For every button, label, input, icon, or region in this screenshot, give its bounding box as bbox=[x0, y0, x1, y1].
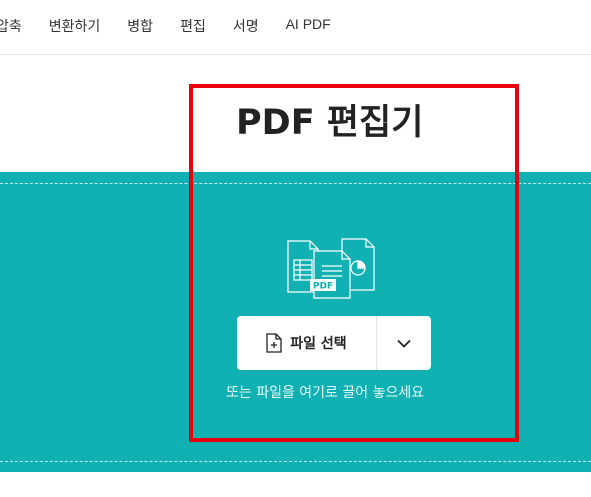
file-drop-zone[interactable]: PDF 파일 선택 또는 파일을 여기로 끌어 놓으세요 bbox=[0, 172, 591, 472]
nav-item-convert[interactable]: 변환하기 bbox=[49, 16, 101, 36]
chevron-down-icon bbox=[397, 339, 411, 348]
drop-zone-border-top bbox=[0, 183, 591, 184]
nav-item-edit[interactable]: 편집 bbox=[180, 16, 206, 36]
drop-hint-text: 또는 파일을 여기로 끌어 놓으세요 bbox=[226, 385, 425, 401]
nav-item-sign[interactable]: 서명 bbox=[233, 16, 259, 36]
drop-zone-border-bottom bbox=[0, 461, 591, 462]
nav-menu: 압축 변환하기 병합 편집 서명 AI PDF bbox=[0, 16, 331, 36]
page-title: PDF 편집기 bbox=[236, 103, 424, 143]
top-navigation: 압축 변환하기 병합 편집 서명 AI PDF bbox=[0, 0, 591, 55]
nav-item-ai-pdf[interactable]: AI PDF bbox=[286, 16, 331, 36]
nav-item-compress[interactable]: 압축 bbox=[0, 16, 22, 36]
select-file-button[interactable]: 파일 선택 bbox=[237, 316, 377, 370]
documents-illustration-icon: PDF bbox=[287, 238, 375, 299]
nav-item-merge[interactable]: 병합 bbox=[127, 16, 153, 36]
illustration-pdf-badge: PDF bbox=[313, 282, 333, 292]
select-file-label: 파일 선택 bbox=[290, 336, 347, 352]
upload-source-dropdown-button[interactable] bbox=[377, 316, 431, 370]
add-file-icon bbox=[266, 333, 282, 353]
file-select-button-group: 파일 선택 bbox=[237, 316, 431, 370]
